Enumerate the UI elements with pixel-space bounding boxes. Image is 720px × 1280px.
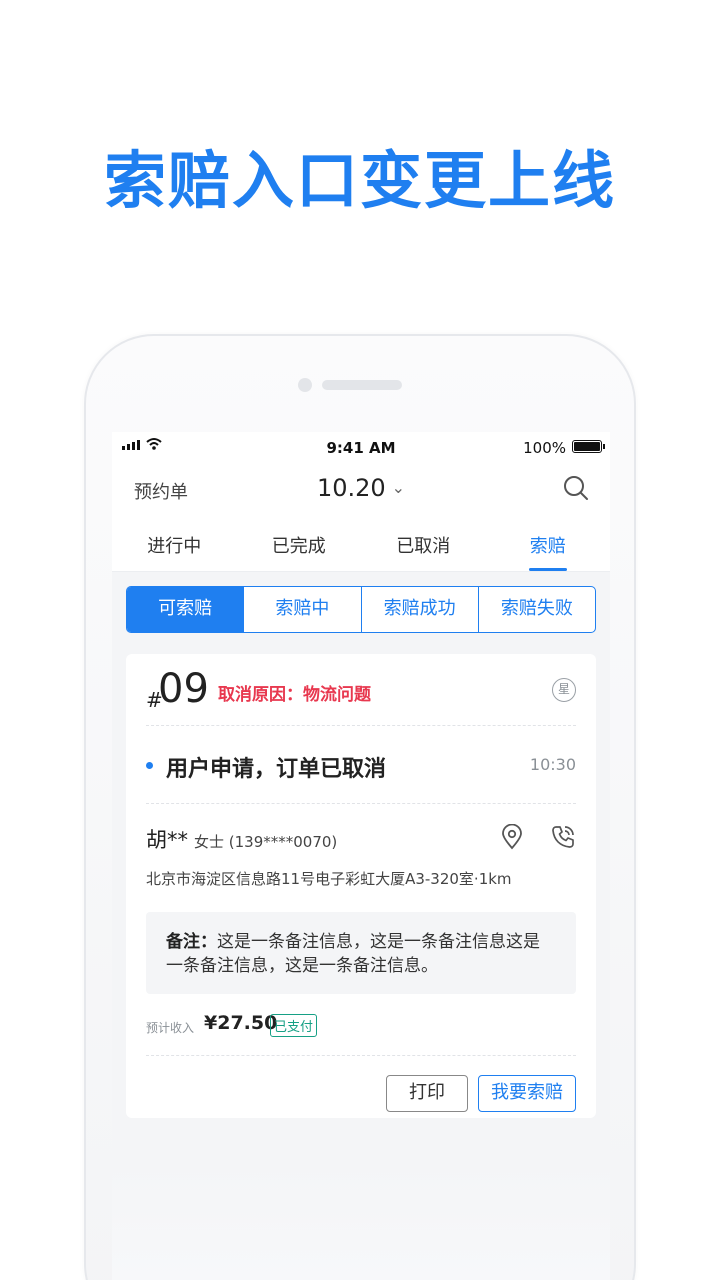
- order-status-text: 用户申请，订单已取消: [166, 757, 387, 782]
- note-label: 备注：: [166, 932, 217, 952]
- customer-row: 胡** 女士 (139****0070): [146, 804, 576, 868]
- customer-contact: 女士 (139****0070): [194, 833, 338, 851]
- tab-claims[interactable]: 索赔: [486, 514, 611, 571]
- phone-frame: 9:41 AM 100% 预约单 10.20 ⌄ 进行中 已完成 已取消 索赔 …: [84, 334, 636, 1280]
- order-actions: 打印 我要索赔: [146, 1056, 576, 1131]
- claim-segment-control: 可索赔 索赔中 索赔成功 索赔失败: [126, 586, 596, 633]
- chevron-down-icon: ⌄: [391, 478, 406, 497]
- order-card: # 09 取消原因：物流问题 星 用户申请，订单已取消 10:30 胡** 女士…: [126, 654, 596, 1118]
- star-badge-icon[interactable]: 星: [552, 678, 576, 702]
- battery-percent: 100%: [523, 439, 566, 457]
- date-selector[interactable]: 10.20 ⌄: [112, 474, 610, 502]
- tab-completed[interactable]: 已完成: [237, 514, 362, 571]
- search-icon[interactable]: [562, 474, 590, 502]
- status-dot: [146, 762, 153, 769]
- tab-cancelled[interactable]: 已取消: [361, 514, 486, 571]
- order-status-time: 10:30: [529, 755, 576, 774]
- order-note: 备注：这是一条备注信息，这是一条备注信息这是一条备注信息，这是一条备注信息。: [146, 912, 576, 994]
- date-value: 10.20: [316, 474, 386, 502]
- note-text: 这是一条备注信息，这是一条备注信息这是一条备注信息，这是一条备注信息。: [166, 932, 540, 976]
- segment-claim-success[interactable]: 索赔成功: [360, 587, 478, 632]
- status-bar: 9:41 AM 100%: [112, 432, 610, 462]
- tab-in-progress[interactable]: 进行中: [112, 514, 237, 571]
- print-button[interactable]: 打印: [386, 1075, 468, 1112]
- battery-icon: [572, 440, 605, 453]
- order-tabs: 进行中 已完成 已取消 索赔: [112, 514, 610, 572]
- customer-name: 胡**: [146, 828, 188, 852]
- income-row: 预计收入 ¥27.50 已支付: [146, 994, 576, 1056]
- app-screen: 9:41 AM 100% 预约单 10.20 ⌄ 进行中 已完成 已取消 索赔 …: [112, 432, 610, 1280]
- promo-page: 索赔入口变更上线 9:41 AM 100% 预约单 10.20 ⌄ 进行中 已完…: [0, 0, 720, 1280]
- cancel-reason: 取消原因：物流问题: [218, 685, 371, 705]
- promo-headline: 索赔入口变更上线: [103, 144, 616, 217]
- camera-dot: [298, 378, 312, 392]
- segment-claiming[interactable]: 索赔中: [243, 587, 360, 632]
- app-header: 9:41 AM 100% 预约单 10.20 ⌄ 进行中 已完成 已取消 索赔: [112, 432, 610, 572]
- order-number: 09: [158, 666, 209, 712]
- claim-button[interactable]: 我要索赔: [478, 1075, 576, 1112]
- order-header: # 09 取消原因：物流问题 星: [146, 654, 576, 726]
- segment-claimable[interactable]: 可索赔: [127, 587, 244, 632]
- location-pin-icon[interactable]: [500, 823, 524, 850]
- paid-badge: 已支付: [270, 1014, 318, 1037]
- income-label: 预计收入: [146, 1021, 195, 1035]
- phone-call-icon[interactable]: [550, 824, 576, 850]
- order-status-row: 用户申请，订单已取消 10:30: [146, 726, 576, 804]
- customer-address: 北京市海淀区信息路11号电子彩虹大厦A3-320室·1km: [146, 870, 512, 888]
- segment-claim-failed[interactable]: 索赔失败: [477, 587, 595, 632]
- nav-bar: 预约单 10.20 ⌄: [112, 462, 610, 514]
- screen-fade-overlay: [112, 1162, 610, 1280]
- speaker-slot: [322, 380, 402, 390]
- income-amount: ¥27.50: [204, 1012, 278, 1034]
